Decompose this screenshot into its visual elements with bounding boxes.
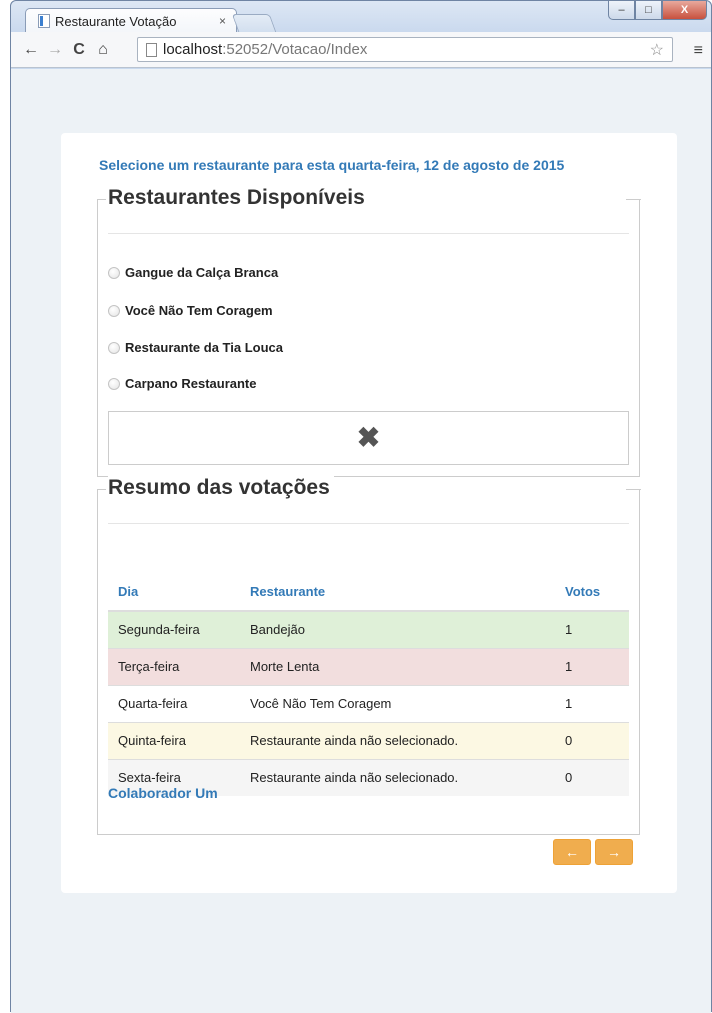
new-tab-button[interactable] xyxy=(231,14,277,32)
column-header-restaurant: Restaurante xyxy=(240,573,555,612)
cell-restaurant: Bandejão xyxy=(240,610,555,648)
radio-button[interactable] xyxy=(108,266,120,279)
radio-button[interactable] xyxy=(108,341,120,354)
window-controls: – □ X xyxy=(608,1,707,20)
radio-button[interactable] xyxy=(108,377,120,390)
previous-button[interactable]: ← xyxy=(553,839,591,865)
maximize-button[interactable]: □ xyxy=(635,1,662,20)
table-row: Quarta-feira Você Não Tem Coragem 1 xyxy=(108,684,629,722)
browser-window: Restaurante Votação × – □ X ← → C ⌂ loca… xyxy=(10,0,712,1013)
url-path: :52052/Votacao/Index xyxy=(222,41,368,58)
pager: ← → xyxy=(553,839,633,865)
column-header-votes: Votos xyxy=(555,573,629,612)
table-header-row: Dia Restaurante Votos xyxy=(108,573,629,612)
cell-restaurant: Restaurante ainda não selecionado. xyxy=(240,758,555,796)
address-bar[interactable]: localhost:52052/Votacao/Index ☆ xyxy=(137,37,673,62)
vote-summary-table: Dia Restaurante Votos Segunda-feira Band… xyxy=(108,573,629,796)
close-x-icon: ✖ xyxy=(356,422,381,453)
page-icon xyxy=(146,42,157,57)
tab-close-icon[interactable]: × xyxy=(219,14,226,28)
available-restaurants-legend: Restaurantes Disponíveis xyxy=(108,186,369,210)
home-icon[interactable]: ⌂ xyxy=(91,41,115,59)
tab-restaurante-votacao[interactable]: Restaurante Votação × xyxy=(25,8,237,33)
tab-strip: Restaurante Votação × – □ X xyxy=(11,1,711,33)
cell-day: Quinta-feira xyxy=(108,721,240,759)
cell-votes: 0 xyxy=(555,721,629,759)
fieldset-border xyxy=(98,199,106,200)
cell-votes: 1 xyxy=(555,684,629,722)
voting-panel: Selecione um restaurante para esta quart… xyxy=(61,133,677,893)
close-window-button[interactable]: X xyxy=(662,1,707,20)
url-host: localhost xyxy=(163,41,223,58)
fieldset-border xyxy=(626,489,641,490)
arrow-left-icon: ← xyxy=(565,844,579,860)
user-name-link[interactable]: Colaborador Um xyxy=(108,785,218,801)
table-row: Terça-feira Morte Lenta 1 xyxy=(108,647,629,685)
bookmark-star-icon[interactable]: ☆ xyxy=(650,40,664,60)
restaurant-option-label: Gangue da Calça Branca xyxy=(125,265,279,280)
table-row: Quinta-feira Restaurante ainda não selec… xyxy=(108,721,629,759)
cell-restaurant: Restaurante ainda não selecionado. xyxy=(240,721,555,759)
radio-button[interactable] xyxy=(108,304,120,317)
desktop-edge xyxy=(0,0,10,1012)
back-arrow-icon[interactable]: ← xyxy=(19,41,43,59)
browser-toolbar: ← → C ⌂ localhost:52052/Votacao/Index ☆ … xyxy=(11,32,711,68)
restaurant-option[interactable]: Você Não Tem Coragem xyxy=(108,303,273,318)
restaurant-option-label: Você Não Tem Coragem xyxy=(125,303,273,318)
fieldset-border xyxy=(626,199,641,200)
table-row: Segunda-feira Bandejão 1 xyxy=(108,610,629,648)
restaurant-option-label: Carpano Restaurante xyxy=(125,376,257,391)
cell-restaurant: Você Não Tem Coragem xyxy=(240,684,555,722)
browser-menu-icon[interactable]: ≡ xyxy=(694,42,703,60)
reload-icon[interactable]: C xyxy=(67,41,91,59)
legend-divider xyxy=(108,233,629,234)
cell-day: Segunda-feira xyxy=(108,610,240,648)
fieldset-border xyxy=(98,489,106,490)
restaurant-option[interactable]: Restaurante da Tia Louca xyxy=(108,340,283,355)
clear-selection-button[interactable]: ✖ xyxy=(108,411,629,465)
page-favicon-icon xyxy=(38,14,50,28)
restaurant-option[interactable]: Gangue da Calça Branca xyxy=(108,265,278,280)
legend-divider xyxy=(108,523,629,524)
cell-day: Terça-feira xyxy=(108,647,240,685)
arrow-right-icon: → xyxy=(607,844,621,860)
cell-day: Quarta-feira xyxy=(108,684,240,722)
minimize-button[interactable]: – xyxy=(608,1,635,20)
page-headline: Selecione um restaurante para esta quart… xyxy=(99,157,565,173)
forward-arrow-icon[interactable]: → xyxy=(43,41,67,59)
cell-votes: 1 xyxy=(555,647,629,685)
cell-votes: 0 xyxy=(555,758,629,796)
cell-restaurant: Morte Lenta xyxy=(240,647,555,685)
tab-title: Restaurante Votação xyxy=(55,13,177,29)
vote-summary-fieldset: Resumo das votações Dia Restaurante Voto… xyxy=(97,476,641,835)
available-restaurants-fieldset: Restaurantes Disponíveis Gangue da Calça… xyxy=(97,186,641,477)
restaurant-option-label: Restaurante da Tia Louca xyxy=(125,340,283,355)
column-header-day: Dia xyxy=(108,573,240,612)
vote-summary-legend: Resumo das votações xyxy=(108,476,334,500)
restaurant-option[interactable]: Carpano Restaurante xyxy=(108,376,256,391)
page-viewport: Selecione um restaurante para esta quart… xyxy=(11,69,711,1013)
cell-votes: 1 xyxy=(555,610,629,648)
next-button[interactable]: → xyxy=(595,839,633,865)
